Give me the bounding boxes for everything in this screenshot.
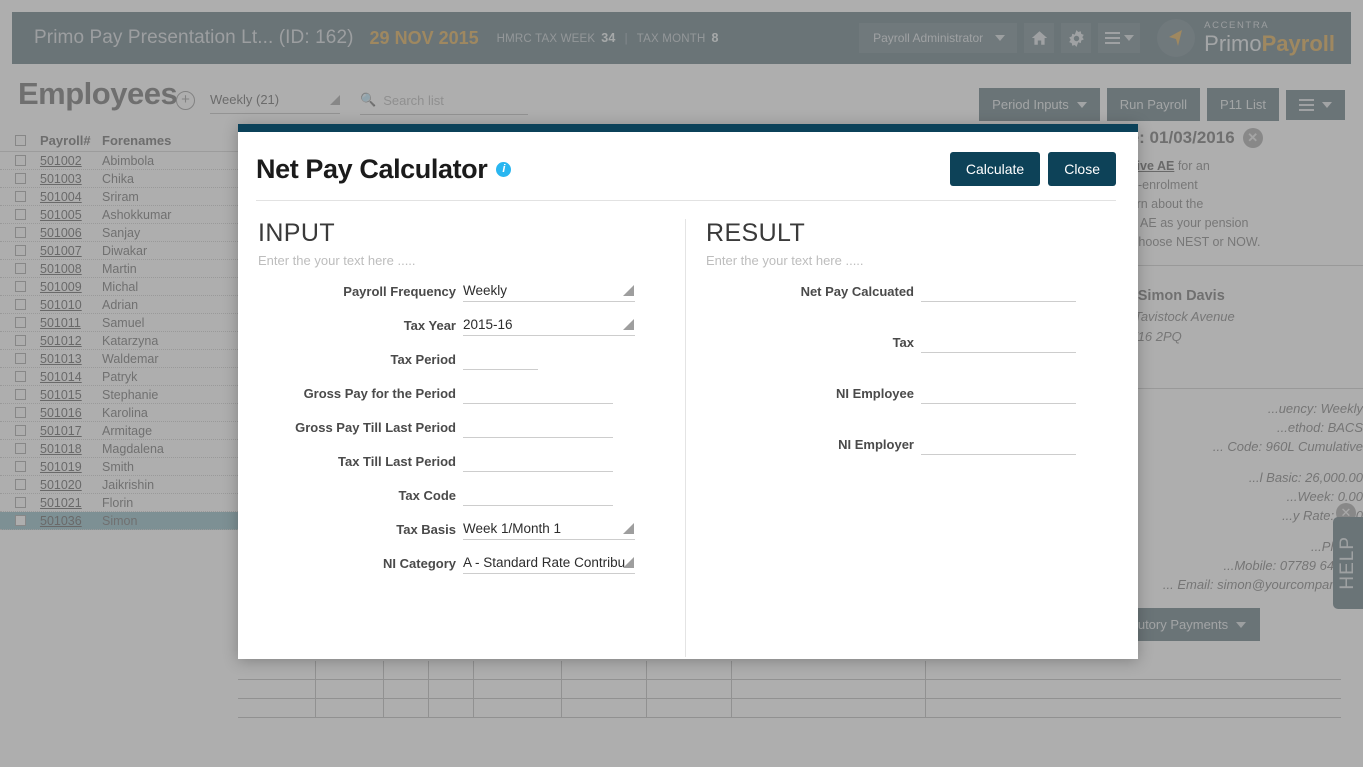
input-field-1: Tax Year 2015-16 <box>258 315 661 336</box>
result-field-0: Net Pay Calcuated <box>706 281 1114 302</box>
input-field-3: Gross Pay for the Period <box>258 383 661 404</box>
field-label: Tax Code <box>398 488 456 503</box>
field-label: Tax <box>892 335 914 350</box>
chevron-down-icon <box>623 285 634 296</box>
field-output <box>921 332 1076 353</box>
app-root: Primo Pay Presentation Lt... (ID: 162) 2… <box>0 0 1363 767</box>
field-select[interactable]: 2015-16 <box>463 315 635 336</box>
field-select[interactable]: Week 1/Month 1 <box>463 519 635 540</box>
field-value: A - Standard Rate Contribu <box>463 555 626 570</box>
result-field-3: NI Employer <box>706 434 1114 455</box>
dialog-body: INPUT Enter the your text here ..... Pay… <box>238 201 1138 657</box>
field-input[interactable] <box>463 451 613 472</box>
input-field-5: Tax Till Last Period <box>258 451 661 472</box>
input-field-2: Tax Period <box>258 349 661 370</box>
result-panel: RESULT Enter the your text here ..... Ne… <box>685 219 1138 657</box>
field-label: Tax Basis <box>396 522 456 537</box>
field-label: Net Pay Calcuated <box>800 284 914 299</box>
net-pay-calculator-dialog: Net Pay Calculator i Calculate Close INP… <box>238 124 1138 659</box>
field-output <box>921 383 1076 404</box>
chevron-down-icon <box>623 319 634 330</box>
result-field-2: NI Employee <box>706 383 1114 404</box>
field-label: NI Employee <box>835 386 914 401</box>
input-subheading: Enter the your text here ..... <box>258 253 416 268</box>
calculate-button[interactable]: Calculate <box>949 152 1041 186</box>
field-value: Weekly <box>463 283 508 298</box>
result-subheading: Enter the your text here ..... <box>706 253 864 268</box>
chevron-down-icon <box>623 557 634 568</box>
input-field-4: Gross Pay Till Last Period <box>258 417 661 438</box>
field-label: Payroll Frequency <box>343 284 456 299</box>
chevron-down-icon <box>623 523 634 534</box>
field-input[interactable] <box>463 383 613 404</box>
field-label: Tax Year <box>403 318 456 333</box>
field-select[interactable]: A - Standard Rate Contribu <box>463 553 635 574</box>
dialog-title: Net Pay Calculator <box>256 153 488 184</box>
field-input[interactable] <box>463 417 613 438</box>
result-field-list: Net Pay Calcuated Tax NI Employee NI Employ… <box>706 281 1114 455</box>
input-field-7: Tax Basis Week 1/Month 1 <box>258 519 661 540</box>
input-field-8: NI Category A - Standard Rate Contribu <box>258 553 661 574</box>
result-field-1: Tax <box>706 332 1114 353</box>
field-output <box>921 281 1076 302</box>
field-label: Tax Period <box>390 352 456 367</box>
field-label: NI Category <box>383 556 456 571</box>
field-value: Week 1/Month 1 <box>463 521 562 536</box>
input-field-6: Tax Code <box>258 485 661 506</box>
field-output <box>921 434 1076 455</box>
input-panel: INPUT Enter the your text here ..... Pay… <box>238 219 685 657</box>
field-label: Tax Till Last Period <box>338 454 456 469</box>
field-label: Gross Pay for the Period <box>303 386 456 401</box>
info-icon[interactable]: i <box>496 161 512 177</box>
input-field-0: Payroll Frequency Weekly <box>258 281 661 302</box>
dialog-header: Net Pay Calculator i Calculate Close <box>238 132 1138 192</box>
field-input[interactable] <box>463 485 613 506</box>
input-field-list: Payroll Frequency Weekly Tax Year 2015-16 Ta… <box>258 281 661 574</box>
field-label: NI Employer <box>838 437 914 452</box>
close-button[interactable]: Close <box>1048 152 1116 186</box>
field-input[interactable] <box>463 349 538 370</box>
field-value: 2015-16 <box>463 317 513 332</box>
dialog-actions: Calculate Close <box>949 152 1116 186</box>
input-heading: INPUT <box>258 219 335 247</box>
result-heading: RESULT <box>706 219 806 247</box>
field-select[interactable]: Weekly <box>463 281 635 302</box>
field-label: Gross Pay Till Last Period <box>295 420 456 435</box>
